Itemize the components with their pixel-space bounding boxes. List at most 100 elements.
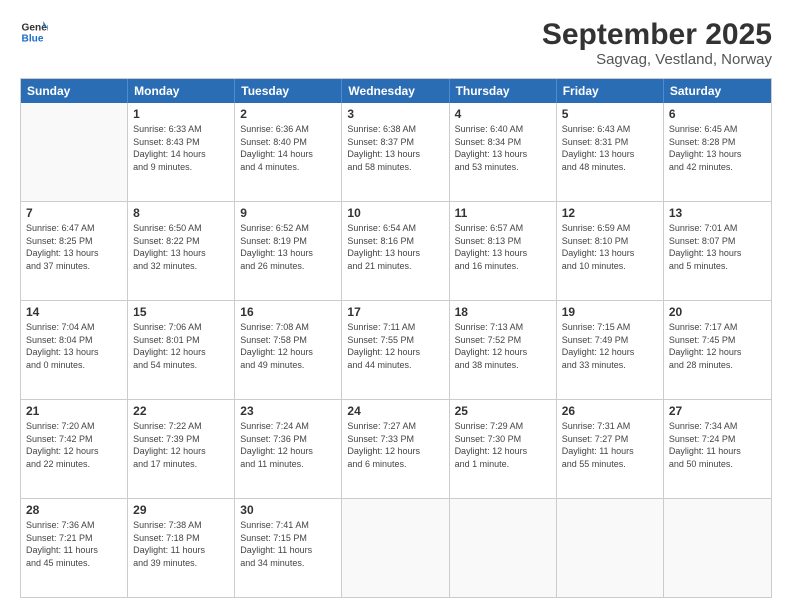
daylight-text-2: and 34 minutes. [240, 557, 336, 570]
daylight-text: Daylight: 12 hours [26, 445, 122, 458]
week-row-4: 21Sunrise: 7:20 AMSunset: 7:42 PMDayligh… [21, 399, 771, 498]
daylight-text: Daylight: 11 hours [26, 544, 122, 557]
sunset-text: Sunset: 8:40 PM [240, 136, 336, 149]
sunrise-text: Sunrise: 6:57 AM [455, 222, 551, 235]
header-day-thursday: Thursday [450, 79, 557, 103]
sunrise-text: Sunrise: 7:31 AM [562, 420, 658, 433]
day-cell-21: 21Sunrise: 7:20 AMSunset: 7:42 PMDayligh… [21, 400, 128, 498]
day-number: 14 [26, 305, 122, 319]
day-number: 24 [347, 404, 443, 418]
sunset-text: Sunset: 8:22 PM [133, 235, 229, 248]
sunrise-text: Sunrise: 6:40 AM [455, 123, 551, 136]
sunrise-text: Sunrise: 6:52 AM [240, 222, 336, 235]
sunset-text: Sunset: 7:15 PM [240, 532, 336, 545]
day-number: 10 [347, 206, 443, 220]
sunset-text: Sunset: 8:34 PM [455, 136, 551, 149]
daylight-text: Daylight: 11 hours [133, 544, 229, 557]
day-cell-11: 11Sunrise: 6:57 AMSunset: 8:13 PMDayligh… [450, 202, 557, 300]
sunrise-text: Sunrise: 6:33 AM [133, 123, 229, 136]
day-number: 18 [455, 305, 551, 319]
day-number: 16 [240, 305, 336, 319]
calendar-header: SundayMondayTuesdayWednesdayThursdayFrid… [21, 79, 771, 103]
day-cell-28: 28Sunrise: 7:36 AMSunset: 7:21 PMDayligh… [21, 499, 128, 597]
day-number: 11 [455, 206, 551, 220]
daylight-text-2: and 4 minutes. [240, 161, 336, 174]
day-number: 7 [26, 206, 122, 220]
sunset-text: Sunset: 8:04 PM [26, 334, 122, 347]
empty-cell [21, 103, 128, 201]
daylight-text: Daylight: 13 hours [669, 247, 766, 260]
daylight-text: Daylight: 13 hours [562, 247, 658, 260]
sunrise-text: Sunrise: 7:06 AM [133, 321, 229, 334]
daylight-text: Daylight: 13 hours [26, 346, 122, 359]
week-row-2: 7Sunrise: 6:47 AMSunset: 8:25 PMDaylight… [21, 201, 771, 300]
daylight-text: Daylight: 11 hours [240, 544, 336, 557]
daylight-text-2: and 37 minutes. [26, 260, 122, 273]
day-number: 19 [562, 305, 658, 319]
daylight-text-2: and 49 minutes. [240, 359, 336, 372]
daylight-text-2: and 48 minutes. [562, 161, 658, 174]
day-cell-12: 12Sunrise: 6:59 AMSunset: 8:10 PMDayligh… [557, 202, 664, 300]
empty-cell [450, 499, 557, 597]
day-number: 27 [669, 404, 766, 418]
daylight-text-2: and 5 minutes. [669, 260, 766, 273]
sunrise-text: Sunrise: 7:11 AM [347, 321, 443, 334]
sunset-text: Sunset: 7:58 PM [240, 334, 336, 347]
daylight-text-2: and 26 minutes. [240, 260, 336, 273]
sunrise-text: Sunrise: 6:59 AM [562, 222, 658, 235]
day-number: 21 [26, 404, 122, 418]
daylight-text-2: and 11 minutes. [240, 458, 336, 471]
header-day-tuesday: Tuesday [235, 79, 342, 103]
day-number: 6 [669, 107, 766, 121]
day-number: 26 [562, 404, 658, 418]
day-cell-22: 22Sunrise: 7:22 AMSunset: 7:39 PMDayligh… [128, 400, 235, 498]
sunset-text: Sunset: 8:37 PM [347, 136, 443, 149]
sunrise-text: Sunrise: 6:54 AM [347, 222, 443, 235]
title-block: September 2025 Sagvag, Vestland, Norway [542, 18, 772, 68]
week-row-5: 28Sunrise: 7:36 AMSunset: 7:21 PMDayligh… [21, 498, 771, 597]
day-cell-23: 23Sunrise: 7:24 AMSunset: 7:36 PMDayligh… [235, 400, 342, 498]
header: General Blue September 2025 Sagvag, Vest… [20, 18, 772, 68]
sunrise-text: Sunrise: 6:45 AM [669, 123, 766, 136]
daylight-text-2: and 58 minutes. [347, 161, 443, 174]
day-number: 22 [133, 404, 229, 418]
daylight-text: Daylight: 12 hours [133, 346, 229, 359]
day-cell-10: 10Sunrise: 6:54 AMSunset: 8:16 PMDayligh… [342, 202, 449, 300]
calendar: SundayMondayTuesdayWednesdayThursdayFrid… [20, 78, 772, 598]
daylight-text: Daylight: 13 hours [347, 148, 443, 161]
sunset-text: Sunset: 8:07 PM [669, 235, 766, 248]
day-cell-2: 2Sunrise: 6:36 AMSunset: 8:40 PMDaylight… [235, 103, 342, 201]
day-cell-7: 7Sunrise: 6:47 AMSunset: 8:25 PMDaylight… [21, 202, 128, 300]
day-number: 5 [562, 107, 658, 121]
daylight-text-2: and 10 minutes. [562, 260, 658, 273]
main-title: September 2025 [542, 18, 772, 51]
empty-cell [664, 499, 771, 597]
sunrise-text: Sunrise: 7:34 AM [669, 420, 766, 433]
daylight-text: Daylight: 13 hours [26, 247, 122, 260]
sunrise-text: Sunrise: 7:17 AM [669, 321, 766, 334]
daylight-text: Daylight: 11 hours [669, 445, 766, 458]
logo: General Blue [20, 18, 48, 46]
daylight-text: Daylight: 13 hours [133, 247, 229, 260]
sunset-text: Sunset: 7:49 PM [562, 334, 658, 347]
sunrise-text: Sunrise: 6:50 AM [133, 222, 229, 235]
daylight-text-2: and 1 minute. [455, 458, 551, 471]
sunset-text: Sunset: 7:30 PM [455, 433, 551, 446]
sunset-text: Sunset: 7:21 PM [26, 532, 122, 545]
sunset-text: Sunset: 7:27 PM [562, 433, 658, 446]
sunset-text: Sunset: 7:36 PM [240, 433, 336, 446]
day-number: 13 [669, 206, 766, 220]
day-cell-17: 17Sunrise: 7:11 AMSunset: 7:55 PMDayligh… [342, 301, 449, 399]
header-day-sunday: Sunday [21, 79, 128, 103]
day-cell-8: 8Sunrise: 6:50 AMSunset: 8:22 PMDaylight… [128, 202, 235, 300]
sunset-text: Sunset: 7:55 PM [347, 334, 443, 347]
daylight-text-2: and 32 minutes. [133, 260, 229, 273]
day-cell-26: 26Sunrise: 7:31 AMSunset: 7:27 PMDayligh… [557, 400, 664, 498]
day-cell-3: 3Sunrise: 6:38 AMSunset: 8:37 PMDaylight… [342, 103, 449, 201]
daylight-text: Daylight: 13 hours [240, 247, 336, 260]
subtitle: Sagvag, Vestland, Norway [542, 51, 772, 68]
sunrise-text: Sunrise: 6:47 AM [26, 222, 122, 235]
daylight-text-2: and 0 minutes. [26, 359, 122, 372]
day-cell-1: 1Sunrise: 6:33 AMSunset: 8:43 PMDaylight… [128, 103, 235, 201]
day-number: 4 [455, 107, 551, 121]
